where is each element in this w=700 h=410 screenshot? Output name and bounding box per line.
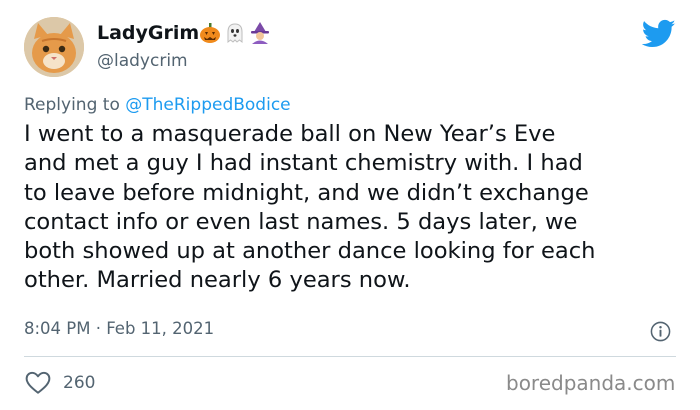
heart-icon[interactable] xyxy=(25,371,51,395)
reply-prefix: Replying to xyxy=(24,95,120,115)
tweet-text-line: other. Married nearly 6 years now. xyxy=(24,267,411,294)
cat-avatar-icon xyxy=(24,17,84,77)
display-name[interactable]: LadyGrim xyxy=(97,22,199,44)
tweet-text-line: both showed up at another dance looking … xyxy=(24,238,596,265)
reply-context: Replying to @TheRippedBodice xyxy=(24,95,291,115)
ghost-icon xyxy=(227,23,243,44)
divider xyxy=(24,356,676,357)
reply-mention-link[interactable]: @TheRippedBodice xyxy=(125,95,290,115)
name-emojis xyxy=(199,22,271,46)
tweet-text-line: and met a guy I had instant chemistry wi… xyxy=(24,150,583,177)
like-count: 260 xyxy=(63,373,96,393)
avatar[interactable] xyxy=(24,17,84,77)
twitter-bird-icon[interactable] xyxy=(642,19,676,49)
tweet-text: I went to a masquerade ball on New Year’… xyxy=(24,120,684,296)
tweet-text-line: to leave before midnight, and we didn’t … xyxy=(24,179,589,206)
info-icon[interactable] xyxy=(650,321,671,342)
jack-o-lantern-icon xyxy=(200,23,220,43)
watermark: boredpanda.com xyxy=(506,371,676,395)
tweet-timestamp[interactable]: 8:04 PM · Feb 11, 2021 xyxy=(24,319,214,338)
user-handle[interactable]: @ladycrim xyxy=(97,51,188,71)
witch-icon xyxy=(251,22,269,44)
tweet-text-line: I went to a masquerade ball on New Year’… xyxy=(24,121,556,147)
tweet-text-line: contact info or even last names. 5 days … xyxy=(24,208,578,235)
